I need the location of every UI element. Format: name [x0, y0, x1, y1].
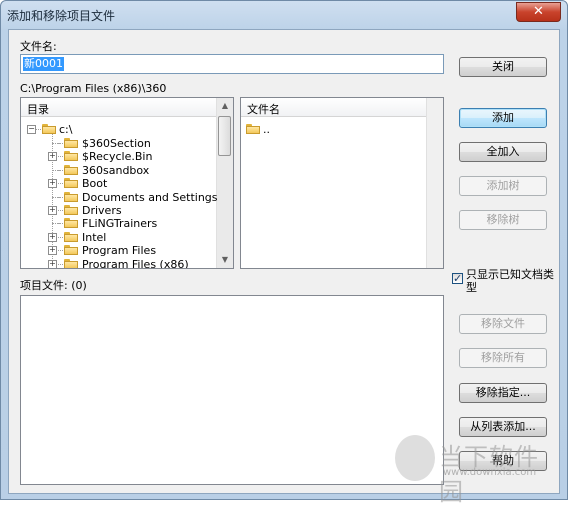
tree-node-label: c:\	[59, 123, 73, 136]
folder-icon	[64, 164, 78, 175]
project-files-list[interactable]	[20, 295, 444, 485]
folder-icon	[64, 205, 78, 215]
tree-node-label: 360sandbox	[82, 163, 150, 177]
tree-node-label: Drivers	[82, 204, 122, 217]
directory-tree[interactable]: 目录 ▲ ▼ − c:\ $360Section + $Recycle.Bin 360…	[20, 97, 234, 269]
close-button[interactable]: 关闭	[459, 57, 547, 77]
window-title: 添加和移除项目文件	[7, 9, 116, 23]
watermark: 当下软件园 www.downxia.com	[389, 433, 559, 506]
add-all-button[interactable]: 全加入	[459, 142, 547, 162]
tree-node-label: Documents and Settings	[82, 190, 218, 204]
tree-node-label: $360Section	[82, 137, 151, 150]
parent-folder-icon	[246, 124, 260, 134]
file-list-scrollbar[interactable]	[426, 98, 443, 268]
expand-icon[interactable]: +	[48, 259, 57, 268]
folder-icon	[64, 218, 78, 229]
tree-node-label: Program Files	[82, 244, 157, 258]
tree-node-label: Intel	[82, 230, 107, 244]
file-list[interactable]: 文件名 ..	[240, 97, 444, 269]
tree-node-label: Program Files (x86)	[82, 257, 189, 269]
tree-node[interactable]: 360sandbox	[21, 164, 217, 177]
collapse-icon[interactable]: −	[27, 125, 36, 134]
remove-specified-button[interactable]: 移除指定...	[459, 383, 547, 403]
tree-node[interactable]: + Program Files (x86)	[21, 257, 217, 269]
tree-node[interactable]: + Intel	[21, 231, 217, 244]
tree-node[interactable]: + Program Files	[21, 244, 217, 257]
filename-input[interactable]: 新0001	[20, 54, 444, 74]
tree-node[interactable]: Documents and Settings	[21, 190, 218, 204]
show-known-types-checkbox[interactable]: ✓	[452, 273, 463, 284]
remove-tree-button[interactable]: 移除树	[459, 210, 547, 230]
expand-icon[interactable]: +	[48, 232, 57, 242]
expand-icon[interactable]: +	[48, 246, 57, 256]
file-list-header[interactable]: 文件名	[241, 98, 427, 117]
current-path: C:\Program Files (x86)\360	[20, 82, 167, 95]
tree-node[interactable]: $360Section	[21, 137, 217, 150]
file-item-label: ..	[263, 123, 270, 136]
window-close-button[interactable]: ✕	[516, 2, 561, 22]
filename-value: 新0001	[23, 57, 64, 71]
folder-icon	[64, 138, 78, 148]
scroll-thumb[interactable]	[218, 116, 231, 156]
watermark-url: www.downxia.com	[443, 467, 537, 478]
folder-icon	[64, 231, 78, 242]
filename-label: 文件名:	[20, 40, 57, 53]
tree-node-label: FLiNGTrainers	[82, 217, 158, 231]
tree-node[interactable]: + Boot	[21, 177, 217, 190]
expand-icon[interactable]: +	[48, 206, 57, 215]
expand-icon[interactable]: +	[48, 179, 57, 189]
scroll-up-icon[interactable]: ▲	[217, 98, 233, 114]
title-bar[interactable]: 添加和移除项目文件 ✕	[1, 1, 567, 29]
add-tree-button[interactable]: 添加树	[459, 176, 547, 196]
watermark-logo-icon	[395, 435, 435, 481]
dialog-window: 添加和移除项目文件 ✕ 文件名: 新0001 关闭 C:\Program Fil…	[0, 0, 568, 506]
folder-icon	[64, 258, 78, 268]
folder-icon	[64, 151, 78, 162]
folder-icon	[64, 178, 78, 189]
scroll-down-icon[interactable]: ▼	[217, 252, 233, 268]
dialog-client-area: 文件名: 新0001 关闭 C:\Program Files (x86)\360…	[8, 29, 560, 494]
remove-all-button[interactable]: 移除所有	[459, 348, 547, 368]
folder-icon	[64, 191, 78, 202]
project-files-label: 项目文件: (0)	[20, 279, 87, 292]
tree-node[interactable]: FLiNGTrainers	[21, 217, 217, 230]
folder-icon	[42, 124, 56, 134]
tree-scrollbar[interactable]: ▲ ▼	[216, 98, 233, 268]
directory-header[interactable]: 目录	[21, 98, 218, 117]
tree-node-root[interactable]: − c:\	[21, 123, 217, 136]
file-list-item[interactable]: ..	[245, 123, 405, 136]
tree-node-label: Boot	[82, 177, 108, 191]
expand-icon[interactable]: +	[48, 152, 57, 162]
tree-node[interactable]: + $Recycle.Bin	[21, 150, 217, 163]
add-button[interactable]: 添加	[459, 108, 547, 128]
tree-node[interactable]: + Drivers	[21, 204, 217, 217]
folder-icon	[64, 245, 78, 256]
tree-node-label: $Recycle.Bin	[82, 150, 153, 164]
remove-file-button[interactable]: 移除文件	[459, 314, 547, 334]
show-known-types-label[interactable]: 只显示已知文档类型	[466, 268, 558, 294]
